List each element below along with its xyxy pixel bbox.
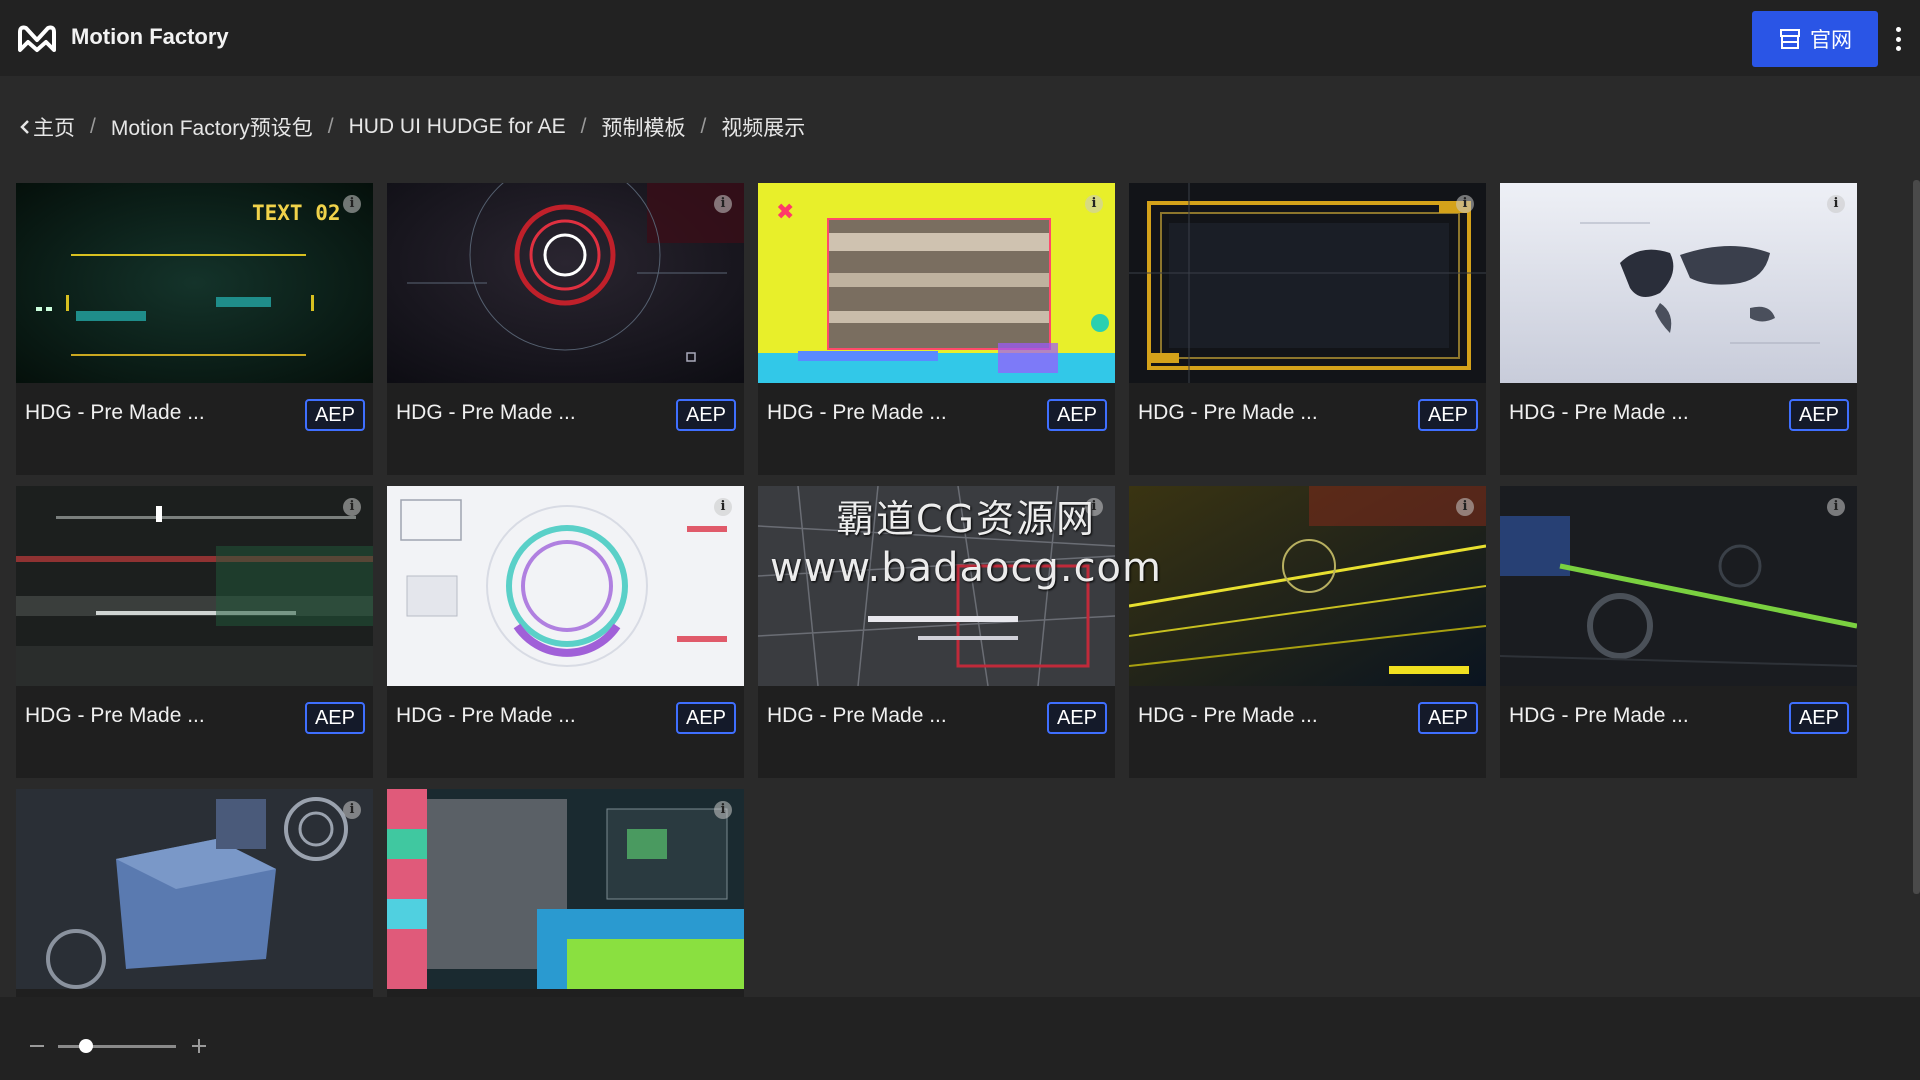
more-vertical-icon[interactable] [1886,24,1910,54]
format-badge: AEP [1046,702,1107,734]
format-badge: AEP [675,399,736,431]
template-card[interactable]: i HDG - Pre Made ... AEP [16,486,373,778]
thumbnail [1500,486,1857,686]
card-title: HDG - Pre Made ... [25,704,205,727]
card-title: HDG - Pre Made ... [767,401,947,424]
format-badge: AEP [304,702,365,734]
card-title: HDG - Pre Made ... [25,401,205,424]
template-card[interactable]: i HDG - Pre Made ... AEP [1500,183,1857,475]
zoom-handle[interactable] [79,1038,93,1053]
format-badge: AEP [304,399,365,431]
info-icon[interactable]: i [343,498,361,516]
template-card[interactable]: i [387,789,744,998]
breadcrumb-home[interactable]: 主页 [33,112,75,142]
thumbnail [16,789,373,989]
format-badge: AEP [1788,702,1849,734]
official-site-label: 官网 [1810,29,1852,52]
breadcrumb: 主页 / Motion Factory预设包 / HUD UI HUDGE fo… [20,112,805,142]
info-icon[interactable]: i [714,801,732,819]
card-title: HDG - Pre Made ... [767,704,947,727]
card-title: HDG - Pre Made ... [1509,704,1689,727]
info-icon[interactable]: i [1456,195,1474,213]
bottom-bar [0,997,1920,1080]
card-title: HDG - Pre Made ... [396,401,576,424]
template-card[interactable]: i HDG - Pre Made ... AEP [1129,486,1486,778]
thumbnail: ✖ [758,183,1115,383]
thumbnail [758,486,1115,686]
breadcrumb-video-showcase[interactable]: 视频展示 [721,112,805,142]
card-title: HDG - Pre Made ... [1138,401,1318,424]
template-card[interactable]: i HDG - Pre Made ... AEP [1500,486,1857,778]
format-badge: AEP [675,702,736,734]
breadcrumb-templates[interactable]: 预制模板 [601,112,685,142]
info-icon[interactable]: i [1827,195,1845,213]
info-icon[interactable]: i [1085,195,1103,213]
card-title: HDG - Pre Made ... [1138,704,1318,727]
zoom-track[interactable] [58,1038,176,1053]
info-icon[interactable]: i [1456,498,1474,516]
zoom-in-icon[interactable] [192,1039,206,1053]
thumbnail [387,183,744,383]
thumbnail [1129,183,1486,383]
format-badge: AEP [1046,399,1107,431]
app-title: Motion Factory [71,24,229,49]
template-card[interactable]: ✖ i HDG - Pre Made ... AEP [758,183,1115,475]
info-icon[interactable]: i [343,801,361,819]
format-badge: AEP [1417,399,1478,431]
zoom-slider [30,1036,206,1056]
breadcrumb-hud-pack[interactable]: HUD UI HUDGE for AE [349,115,566,139]
chevron-left-icon [20,120,29,134]
template-card[interactable]: TEXT 02 i HDG - Pre Made ... AEP [16,183,373,475]
format-badge: AEP [1788,399,1849,431]
top-bar: Motion Factory 官网 [0,0,1920,76]
thumbnail-text: TEXT 02 [252,201,341,225]
info-icon[interactable]: i [1085,498,1103,516]
thumbnail: TEXT 02 [16,183,373,383]
breadcrumb-presets[interactable]: Motion Factory预设包 [111,112,313,142]
thumbnail [387,486,744,686]
mf-logo-icon[interactable] [17,22,57,54]
thumbnail [1129,486,1486,686]
template-card[interactable]: i HDG - Pre Made ... AEP [758,486,1115,778]
thumbnail [387,789,744,989]
card-title: HDG - Pre Made ... [1509,401,1689,424]
scrollbar[interactable] [1913,180,1920,894]
svg-text:✖: ✖ [776,200,794,225]
zoom-out-icon[interactable] [30,1045,44,1047]
thumbnail [1500,183,1857,383]
template-card[interactable]: i HDG - Pre Made ... AEP [1129,183,1486,475]
info-icon[interactable]: i [714,498,732,516]
official-site-button[interactable]: 官网 [1752,11,1878,67]
template-card[interactable]: i HDG - Pre Made ... AEP [387,183,744,475]
card-title: HDG - Pre Made ... [396,704,576,727]
storefront-icon [1780,29,1800,49]
info-icon[interactable]: i [343,195,361,213]
info-icon[interactable]: i [1827,498,1845,516]
template-card[interactable]: i [16,789,373,998]
format-badge: AEP [1417,702,1478,734]
thumbnail [16,486,373,686]
info-icon[interactable]: i [714,195,732,213]
template-card[interactable]: i HDG - Pre Made ... AEP [387,486,744,778]
